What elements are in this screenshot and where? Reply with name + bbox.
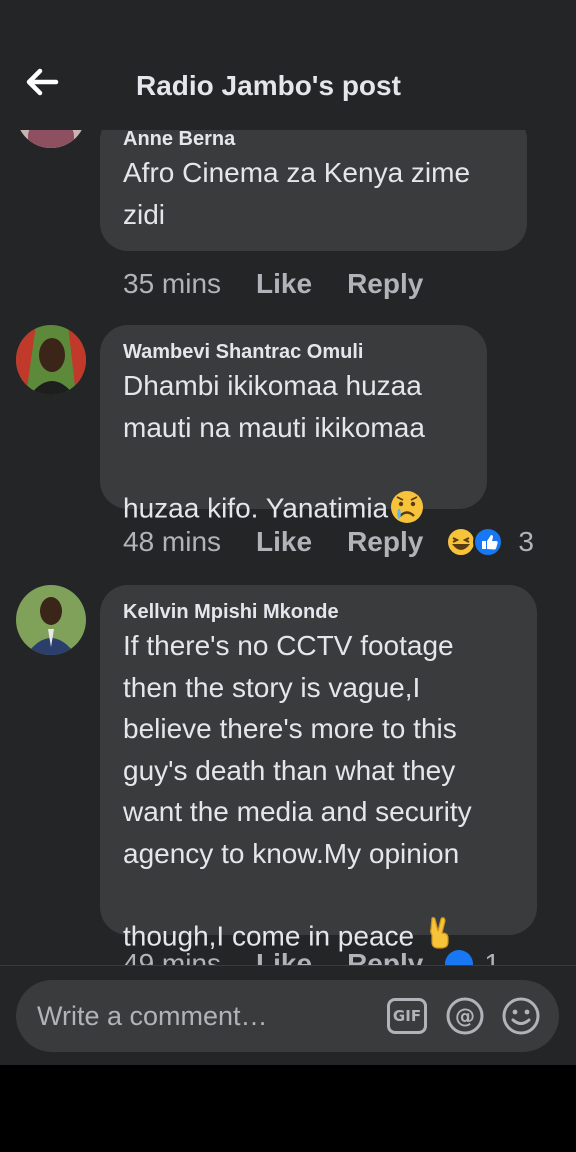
comment-actions: 49 mins Like Reply 1: [123, 944, 500, 965]
arrow-left-icon: [26, 68, 59, 96]
avatar[interactable]: [16, 325, 86, 395]
comment-composer-bar: GIF @: [0, 965, 576, 1065]
comment-bubble[interactable]: Wambevi Shantrac Omuli Dhambi ikikomaa h…: [100, 325, 487, 524]
system-navigation-area: [0, 1065, 576, 1152]
svg-text:@: @: [455, 1004, 475, 1028]
reactions-summary[interactable]: 1: [444, 948, 500, 965]
avatar-image: [16, 585, 86, 655]
comment-text-body: If there's no CCTV footage then the stor…: [123, 630, 472, 952]
gif-button[interactable]: GIF: [386, 995, 428, 1037]
reaction-count: 1: [484, 948, 500, 965]
comment-timestamp: 48 mins: [123, 526, 222, 557]
comment-actions: 35 mins Like Reply: [123, 264, 458, 304]
comments-list[interactable]: Anne Berna Afro Cinema za Kenya zime zid…: [0, 0, 576, 965]
like-button[interactable]: Like: [256, 948, 312, 965]
comment-composer[interactable]: GIF @: [16, 980, 559, 1052]
comment-author[interactable]: Wambevi Shantrac Omuli: [123, 339, 465, 365]
emoji-icon: [502, 997, 540, 1035]
like-button[interactable]: Like: [256, 526, 312, 558]
comment-text: Dhambi ikikomaa huzaa mauti na mauti iki…: [123, 365, 465, 535]
reply-button[interactable]: Reply: [347, 268, 423, 300]
reaction-count: 3: [518, 526, 534, 557]
comment-text: If there's no CCTV footage then the stor…: [123, 625, 515, 961]
like-reaction-icon: [445, 950, 474, 965]
page-title: Radio Jambo's post: [136, 70, 401, 101]
comment-text-body: Dhambi ikikomaa huzaa mauti na mauti iki…: [123, 370, 425, 524]
mention-icon: @: [446, 997, 484, 1035]
mention-button[interactable]: @: [444, 995, 486, 1037]
gif-icon: GIF: [387, 998, 427, 1034]
reply-button[interactable]: Reply: [347, 526, 423, 558]
post-comments-screen: Anne Berna Afro Cinema za Kenya zime zid…: [0, 0, 576, 1065]
back-button[interactable]: [20, 62, 64, 102]
haha-reaction-icon: [446, 527, 504, 557]
comment-timestamp: 49 mins: [123, 948, 222, 965]
comment-actions: 48 mins Like Reply 3: [123, 522, 534, 562]
app-header: Radio Jambo's post: [0, 0, 576, 130]
reactions-summary[interactable]: 3: [444, 526, 534, 558]
comment-bubble[interactable]: Kellvin Mpishi Mkonde If there's no CCTV…: [100, 585, 537, 952]
comment-input[interactable]: [37, 980, 377, 1052]
avatar[interactable]: [16, 585, 86, 655]
comment-timestamp: 35 mins: [123, 268, 222, 299]
emoji-button[interactable]: [500, 995, 542, 1037]
comment-bubble[interactable]: Anne Berna Afro Cinema za Kenya zime zid…: [100, 112, 527, 251]
avatar-image: [16, 325, 86, 395]
like-button[interactable]: Like: [256, 268, 312, 300]
comment-text: Afro Cinema za Kenya zime zidi: [123, 157, 471, 230]
reply-button[interactable]: Reply: [347, 948, 423, 965]
comment-author[interactable]: Kellvin Mpishi Mkonde: [123, 599, 515, 625]
